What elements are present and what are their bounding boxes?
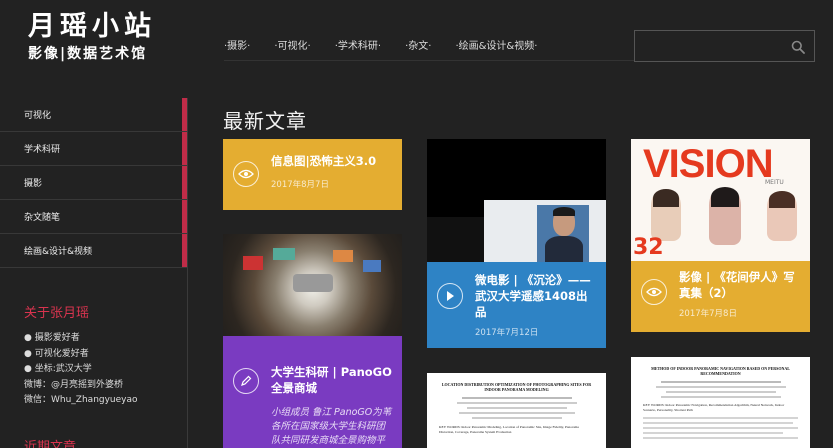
nav-item-research[interactable]: ·学术科研· xyxy=(335,37,381,52)
sidebar-item-design-video[interactable]: 绘画&设计&视频 xyxy=(0,234,187,268)
post-date: 2017年8月7日 xyxy=(271,180,329,190)
paper-heading: METHOD OF INDOOR PANORAMIC NAVIGATION BA… xyxy=(651,366,790,376)
search-box xyxy=(634,30,815,62)
paper-heading: LOCATION DISTRIBUTION OPTIMIZATION OF PH… xyxy=(441,382,592,392)
post-card-video[interactable]: 微电影 | 《沉沦》——武汉大学遥感1408出品 2017年7月12日 xyxy=(427,139,606,348)
post-info: 影像 | 《花间伊人》写真集（2） 2017年7月8日 xyxy=(631,261,810,332)
about-line: 微博：@月亮摇到外婆桥 xyxy=(24,379,124,390)
site-header: 月瑶小站 影像|数据艺术馆 ·摄影· ·可视化· ·学术科研· ·杂文· ·绘画… xyxy=(0,0,833,90)
about-line: ● 坐标:武汉大学 xyxy=(24,364,92,374)
sidebar-item-visualization[interactable]: 可视化 xyxy=(0,98,187,132)
post-title[interactable]: 微电影 | 《沉沦》——武汉大学遥感1408出品 xyxy=(475,272,596,320)
about-section: 关于张月瑶 ● 摄影爱好者 ● 可视化爱好者 ● 坐标:武汉大学 微博：@月亮摇… xyxy=(24,302,184,409)
nav-item-photography[interactable]: ·摄影· xyxy=(224,37,250,52)
pencil-icon xyxy=(233,368,259,394)
site-subtitle: 影像|数据艺术馆 xyxy=(28,46,148,62)
post-info: 微电影 | 《沉沦》——武汉大学遥感1408出品 2017年7月12日 xyxy=(427,262,606,348)
cover-title: VISION xyxy=(643,142,774,186)
post-date: 2017年7月12日 xyxy=(475,328,539,338)
video-thumbnail xyxy=(427,139,606,262)
cover-number: 32 xyxy=(633,235,664,260)
nav-item-design-video[interactable]: ·绘画&设计&视频· xyxy=(455,37,537,52)
sidebar-item-research[interactable]: 学术科研 xyxy=(0,132,187,166)
eye-icon xyxy=(641,279,667,305)
site-title: 月瑶小站 xyxy=(28,11,156,42)
magazine-cover: VISION MEITU 32 xyxy=(631,139,810,261)
post-title[interactable]: 影像 | 《花间伊人》写真集（2） xyxy=(679,269,800,301)
sidebar: 可视化 学术科研 摄影 杂文随笔 绘画&设计&视频 关于张月瑶 ● 摄影爱好者 … xyxy=(0,98,188,448)
paper-thumbnail: LOCATION DISTRIBUTION OPTIMIZATION OF PH… xyxy=(439,382,594,434)
post-card-infographic[interactable]: 信息图|恐怖主义3.0 2017年8月7日 xyxy=(223,139,402,210)
search-input[interactable] xyxy=(635,31,785,61)
about-line: ● 可视化爱好者 xyxy=(24,348,89,359)
post-title[interactable]: 信息图|恐怖主义3.0 xyxy=(271,153,392,169)
sidebar-item-photography[interactable]: 摄影 xyxy=(0,166,187,200)
site-logo[interactable]: 月瑶小站 影像|数据艺术馆 xyxy=(28,10,178,68)
paper-keywords: KEY WORDS: Indoor Panoramic Modeling, Lo… xyxy=(439,425,579,434)
post-card-paper-1[interactable]: LOCATION DISTRIBUTION OPTIMIZATION OF PH… xyxy=(427,373,606,448)
sidebar-item-essays[interactable]: 杂文随笔 xyxy=(0,200,187,234)
play-icon xyxy=(437,283,463,309)
post-excerpt: 小组成员 鲁江 PanoGO为苇各所在国家级大学生科研团队共同研发商城全景购物平… xyxy=(271,407,392,446)
recent-posts-title: 近期文章 xyxy=(24,440,77,448)
about-title: 关于张月瑶 xyxy=(24,306,90,321)
paper-thumbnail: METHOD OF INDOOR PANORAMIC NAVIGATION BA… xyxy=(643,366,798,439)
about-line: 微信：Whu_Zhangyueyao xyxy=(24,395,138,405)
about-line: ● 摄影爱好者 xyxy=(24,333,80,343)
post-date: 2017年7月8日 xyxy=(679,309,737,319)
post-card-photo[interactable]: VISION MEITU 32 影像 | 《花间伊人》写真集（2） 2017年7… xyxy=(631,139,810,332)
page-title: 最新文章 xyxy=(223,109,307,133)
main-nav: ·摄影· ·可视化· ·学术科研· ·杂文· ·绘画&设计&视频· xyxy=(224,33,634,61)
nav-item-visualization[interactable]: ·可视化· xyxy=(274,37,310,52)
post-card-paper-2[interactable]: METHOD OF INDOOR PANORAMIC NAVIGATION BA… xyxy=(631,357,810,448)
post-title[interactable]: 大学生科研 | PanoGO全景商城 xyxy=(271,364,392,396)
search-icon[interactable] xyxy=(791,40,805,54)
eye-icon xyxy=(233,161,259,187)
post-card-research[interactable]: 大学生科研 | PanoGO全景商城 小组成员 鲁江 PanoGO为苇各所在国家… xyxy=(223,234,402,448)
cover-sub: MEITU xyxy=(765,179,784,186)
post-info: 大学生科研 | PanoGO全景商城 小组成员 鲁江 PanoGO为苇各所在国家… xyxy=(223,336,402,448)
panorama-image xyxy=(223,234,402,336)
nav-item-essays[interactable]: ·杂文· xyxy=(405,37,431,52)
paper-keywords: KEY WORDS: Indoor Panoramic Navigation, … xyxy=(643,403,785,412)
